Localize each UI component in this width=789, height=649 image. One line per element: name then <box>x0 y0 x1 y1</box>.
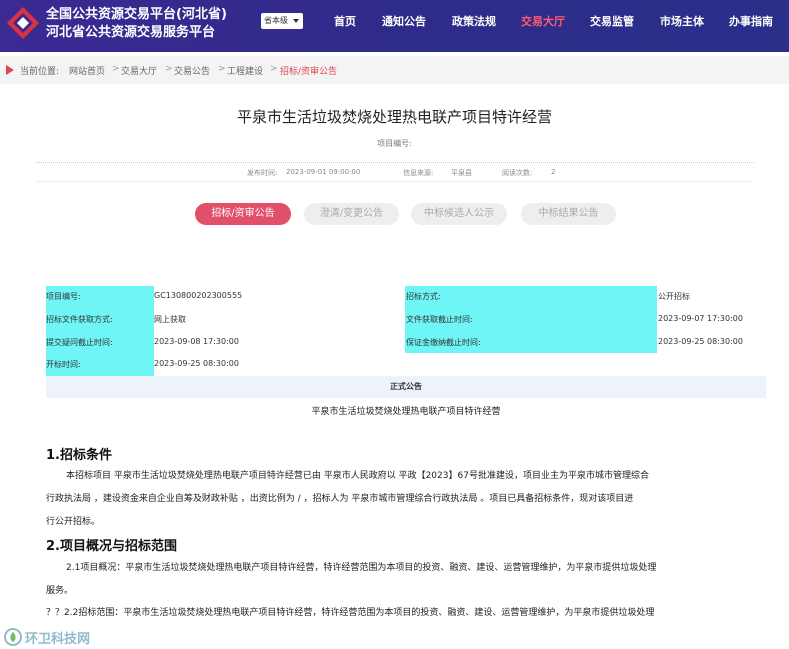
breadcrumb-home[interactable]: 网站首页 <box>69 64 105 77</box>
field-value: GC130800202300555 <box>154 291 243 300</box>
tab-award-result[interactable]: 中标结果公告 <box>521 203 616 225</box>
tab-candidate-publicity[interactable]: 中标候选人公示 <box>411 203 507 225</box>
breadcrumb-separator: > <box>112 64 120 74</box>
watermark-logo-icon <box>4 628 22 646</box>
breadcrumb-separator: > <box>165 64 173 74</box>
views-count: 2 <box>551 168 556 176</box>
field-label: 提交疑问截止时间: <box>46 338 113 347</box>
breadcrumb-separator: > <box>270 64 278 74</box>
field-label: 招标方式: <box>406 292 441 301</box>
project-number-label: 项目编号: <box>377 139 412 148</box>
breadcrumb-label: 当前位置: <box>20 67 60 77</box>
field-label: 开标时间: <box>46 360 81 369</box>
page-title: 平泉市生活垃圾焚烧处理热电联产项目特许经营 <box>236 108 552 126</box>
top-header: 全国公共资源交易平台(河北省) 河北省公共资源交易服务平台 省本级 首页 通知公… <box>0 0 789 52</box>
paragraph-line: 2.1项目概况：平泉市生活垃圾焚烧处理热电联产项目特许经营，特许经营范围为本项目… <box>66 563 657 573</box>
source-label: 信息来源: <box>403 169 434 177</box>
notice-header: 正式公告 <box>46 376 766 398</box>
source: 平泉县 <box>451 169 472 177</box>
field-value: 2023-09-08 17:30:00 <box>154 337 239 346</box>
paragraph-line: 本招标项目 平泉市生活垃圾焚烧处理热电联产项目特许经营已由 平泉市人民政府以 平… <box>66 471 649 481</box>
site-title-line1: 全国公共资源交易平台(河北省) <box>46 7 227 22</box>
field-label: 文件获取截止时间: <box>406 315 473 324</box>
nav-trading-hall[interactable]: 交易大厅 <box>521 13 565 29</box>
nav-policies[interactable]: 政策法规 <box>452 13 496 29</box>
level-select[interactable]: 省本级 <box>261 13 303 29</box>
section-title: 2.项目概况与招标范围 <box>46 539 177 554</box>
nav-home[interactable]: 首页 <box>334 13 356 29</box>
watermark: 环卫科技网 <box>4 628 91 647</box>
field-value: 公开招标 <box>658 292 690 301</box>
tab-bid-notice[interactable]: 招标/资审公告 <box>195 203 291 225</box>
publish-time: 2023-09-01 09:00:00 <box>286 168 361 176</box>
site-title-line2: 河北省公共资源交易服务平台 <box>46 25 216 40</box>
breadcrumb-construction[interactable]: 工程建设 <box>227 64 263 77</box>
watermark-text: 环卫科技网 <box>25 631 91 647</box>
breadcrumb-current: 招标/资审公告 <box>280 67 338 77</box>
views-label: 阅读次数: <box>502 169 533 177</box>
nav-market-entities[interactable]: 市场主体 <box>660 13 704 29</box>
paragraph-line: ？？2.2招标范围：平泉市生活垃圾焚烧处理热电联产项目特许经营，特许经营范围为本… <box>46 608 655 618</box>
platform-logo-icon[interactable] <box>6 6 40 40</box>
tab-clarification[interactable]: 澄清/变更公告 <box>304 203 399 225</box>
meta-bar <box>36 162 754 182</box>
nav-service-guide[interactable]: 办事指南 <box>729 13 773 29</box>
location-arrow-icon <box>6 65 14 75</box>
field-label: 保证金缴纳截止时间: <box>406 338 481 347</box>
nav-supervision[interactable]: 交易监管 <box>590 13 634 29</box>
chevron-down-icon <box>293 19 299 23</box>
paragraph-line: 行公开招标。 <box>46 517 101 527</box>
field-value: 2023-09-07 17:30:00 <box>658 314 743 323</box>
notice-project-name: 平泉市生活垃圾焚烧处理热电联产项目特许经营 <box>311 407 501 417</box>
breadcrumb-separator: > <box>218 64 226 74</box>
paragraph-line: 行政执法局 ，建设资金来自企业自筹及财政补贴 ，出资比例为 / ，招标人为 平泉… <box>46 494 634 504</box>
field-value: 网上获取 <box>154 315 186 324</box>
publish-time-label: 发布时间: <box>247 169 278 177</box>
field-value: 2023-09-25 08:30:00 <box>154 359 239 368</box>
breadcrumb-trade-notices[interactable]: 交易公告 <box>174 64 210 77</box>
nav-notices[interactable]: 通知公告 <box>382 13 426 29</box>
field-label: 项目编号: <box>46 292 81 301</box>
paragraph-line: 服务。 <box>46 586 74 596</box>
breadcrumb-trading-hall[interactable]: 交易大厅 <box>121 64 157 77</box>
level-select-value: 省本级 <box>264 16 288 25</box>
site-title[interactable]: 全国公共资源交易平台(河北省) 河北省公共资源交易服务平台 <box>46 6 227 42</box>
section-title: 1.招标条件 <box>46 448 112 463</box>
field-value: 2023-09-25 08:30:00 <box>658 337 743 346</box>
field-label: 招标文件获取方式: <box>46 315 113 324</box>
